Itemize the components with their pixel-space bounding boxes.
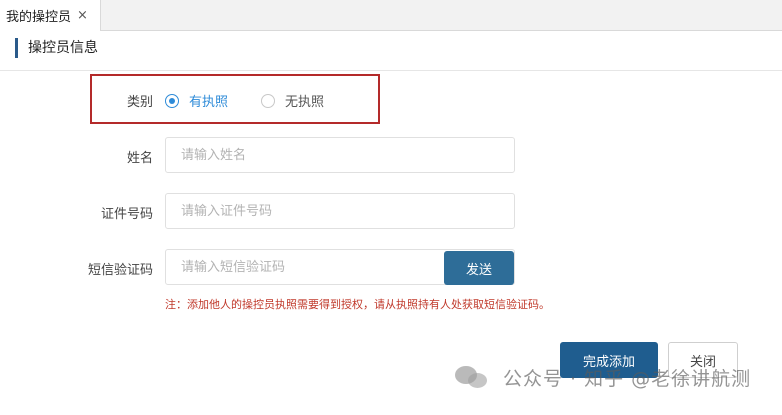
sms-code-label: 短信验证码	[87, 263, 153, 278]
tab-bar: 我的操控员 ×	[0, 0, 782, 31]
send-code-button[interactable]: 发送	[444, 251, 514, 285]
section-title: 操控员信息	[15, 38, 98, 58]
radio-unlicensed[interactable]: 无执照	[261, 91, 324, 110]
name-label: 姓名	[126, 151, 153, 166]
watermark-text: 公众号 · 知乎 @老徐讲航测	[503, 367, 752, 390]
id-number-input[interactable]	[165, 193, 515, 229]
category-label: 类别	[126, 95, 153, 110]
watermark: 公众号 · 知乎 @老徐讲航测	[455, 360, 751, 394]
id-number-label: 证件号码	[100, 207, 153, 222]
radio-checked-icon	[165, 93, 179, 108]
close-icon[interactable]: ×	[77, 8, 88, 23]
radio-unchecked-icon	[261, 93, 275, 108]
name-input[interactable]	[165, 137, 515, 173]
divider	[0, 70, 782, 71]
radio-licensed-label: 有执照	[189, 95, 229, 110]
authorization-note: 注：添加他人的操控员执照需要得到授权，请从执照持有人处获取短信验证码。	[165, 298, 550, 311]
tab-title: 我的操控员	[6, 10, 72, 25]
radio-unlicensed-label: 无执照	[285, 95, 325, 110]
tab-my-operators[interactable]: 我的操控员 ×	[0, 0, 101, 31]
radio-licensed[interactable]: 有执照	[165, 91, 228, 110]
wechat-icon	[455, 364, 489, 390]
